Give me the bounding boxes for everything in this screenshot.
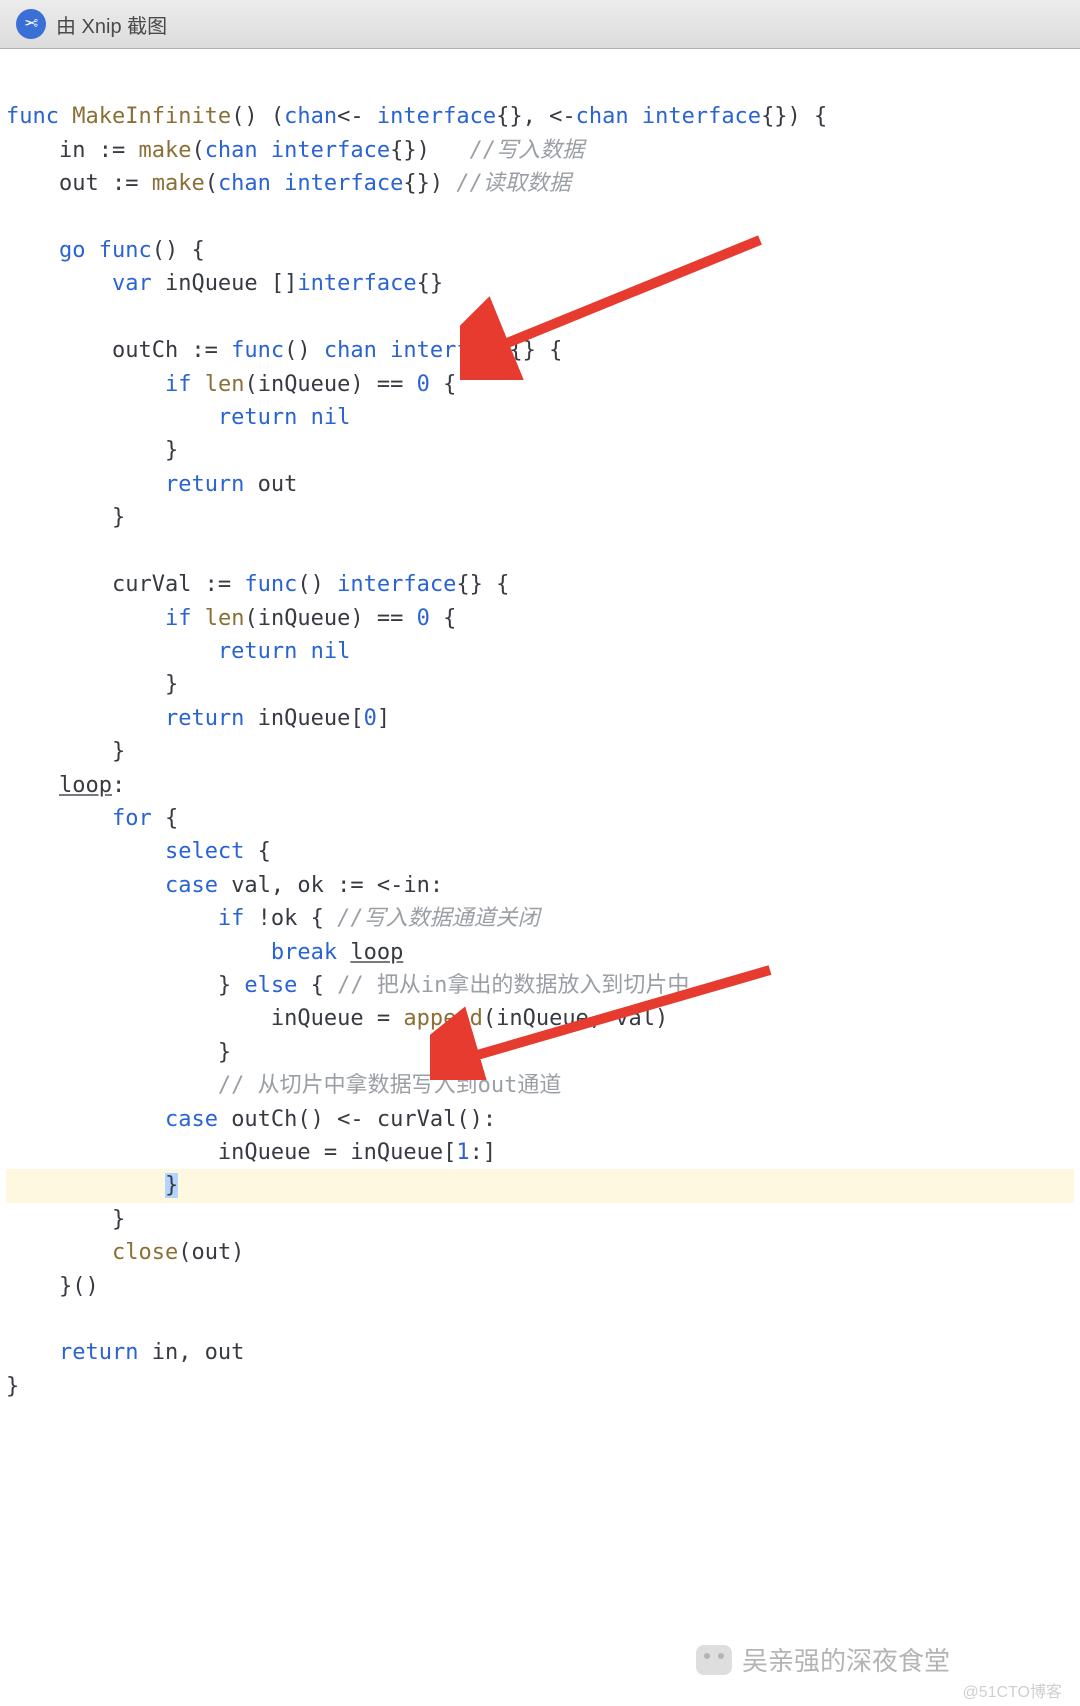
xnip-logo-icon xyxy=(16,9,46,39)
window-title: 由 Xnip 截图 xyxy=(56,10,167,39)
source-watermark: @51CTO博客 xyxy=(962,1678,1062,1702)
code-viewer: func MakeInfinite() (chan<- interface{},… xyxy=(0,49,1080,1403)
window-titlebar: 由 Xnip 截图 xyxy=(0,0,1080,49)
wechat-watermark: 吴亲强的深夜食堂 xyxy=(696,1641,950,1678)
wechat-icon xyxy=(696,1645,732,1675)
